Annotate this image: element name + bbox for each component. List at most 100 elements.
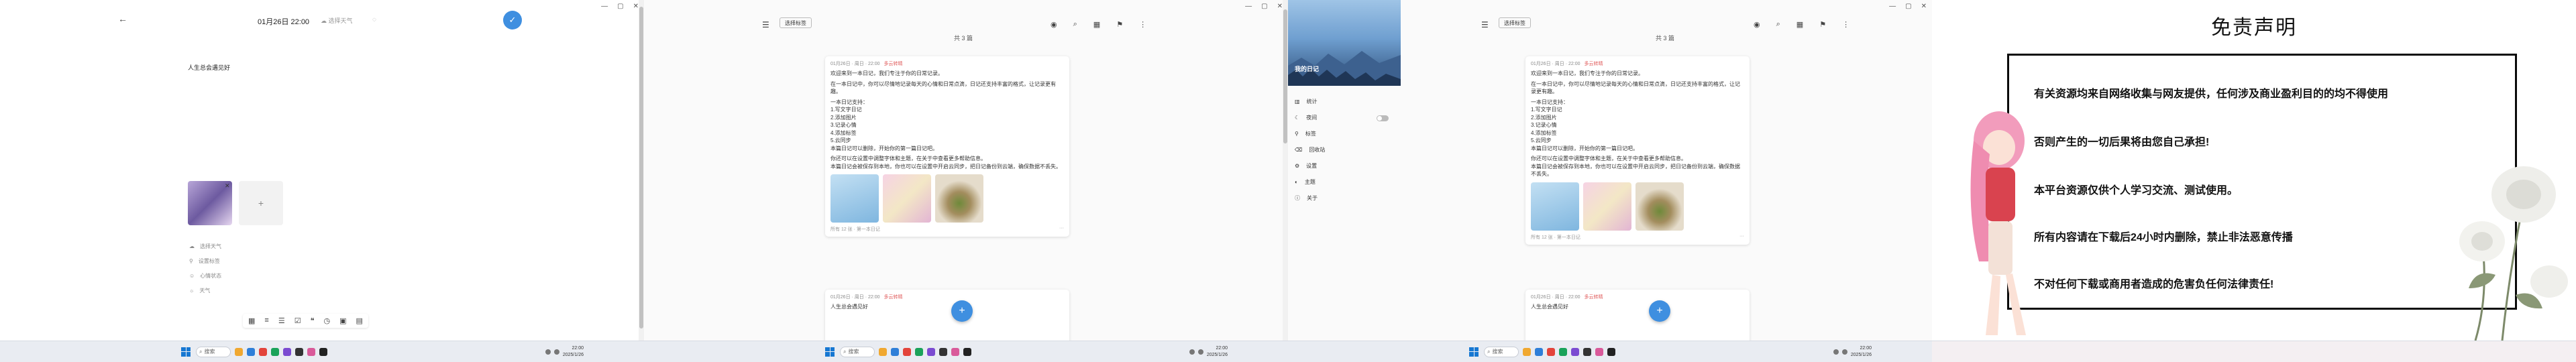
scrollbar-thumb[interactable] [639,7,643,328]
drawer-item-theme[interactable]: ◐ 主题 [1295,178,1316,186]
volume-icon[interactable] [1841,349,1847,355]
eye-icon[interactable]: ◉ [1754,20,1760,29]
scrollbar-thumb[interactable] [1283,9,1287,143]
meta-sky[interactable]: ☼ 天气 [189,287,210,294]
numbered-list-icon[interactable]: ☰ [278,316,285,325]
meta-weather[interactable]: ☁ 选择天气 [189,243,221,250]
calendar-icon[interactable]: ▦ [1796,20,1803,29]
edge-icon[interactable] [247,347,255,356]
card-image[interactable] [830,174,879,223]
entry-card[interactable]: 01月26日 · 周日 · 22:00 多云转晴 人生总会遇见好 [1525,290,1750,341]
wifi-icon[interactable] [1833,349,1839,355]
app-icon[interactable] [1595,347,1603,356]
bookmark-icon[interactable]: ⚑ [1116,20,1123,29]
add-entry-button[interactable]: + [1649,300,1670,322]
minimize-icon[interactable]: — [1245,3,1252,10]
more-vert-icon[interactable]: ⋮ [1842,20,1849,29]
app-icon[interactable] [903,347,911,356]
remove-image-icon[interactable]: ✕ [225,182,230,190]
app-icon[interactable] [1559,347,1567,356]
wifi-icon[interactable] [545,349,551,355]
edge-icon[interactable] [1535,347,1543,356]
app-icon[interactable] [1607,347,1615,356]
maximize-icon[interactable]: ▢ [1905,3,1911,10]
maximize-icon[interactable]: ▢ [1261,3,1267,10]
search-icon[interactable]: ⌕ [1776,20,1780,29]
close-icon[interactable]: ✕ [1277,3,1283,10]
entry-body[interactable]: 人生总会遇见好 [188,63,230,72]
drawer-item-stats[interactable]: ▥ 统计 [1295,98,1318,105]
volume-icon[interactable] [553,349,559,355]
eye-icon[interactable]: ◉ [1051,20,1057,29]
card-image[interactable] [883,174,931,223]
app-icon[interactable] [271,347,279,356]
entry-card[interactable]: 01月26日 · 周日 · 22:00 多云转晴 欢迎来到一本日记，我们专注于你的… [825,56,1069,237]
entry-card[interactable]: 01月26日 · 周日 · 22:00 多云转晴 人生总会遇见好 [825,290,1069,341]
tag-filter-chip[interactable]: 选择标签 [780,17,812,28]
meta-mood[interactable]: ☺ 心情状态 [189,272,221,280]
weather-selector[interactable]: ☁ 选择天气 [321,16,353,25]
maximize-icon[interactable]: ▢ [617,3,623,10]
search-icon[interactable]: ⌕ [1073,20,1077,29]
card-more[interactable]: ··· [1059,226,1064,233]
night-mode-toggle[interactable] [1377,115,1389,121]
minimize-icon[interactable]: — [1889,3,1896,10]
app-icon[interactable] [319,347,327,356]
app-icon[interactable] [1583,347,1591,356]
minimize-icon[interactable]: — [601,3,608,10]
taskbar-clock[interactable]: 22:00 2025/1/26 [563,345,584,359]
bullet-list-icon[interactable]: ≡ [264,316,268,325]
drawer-item-trash[interactable]: ⌫ 回收站 [1295,146,1325,154]
app-icon[interactable] [283,347,291,356]
app-icon[interactable] [259,347,267,356]
app-icon[interactable] [295,347,303,356]
start-button[interactable] [825,347,835,357]
taskbar-search[interactable]: ⌕ 搜索 [840,346,875,357]
image-icon[interactable]: ▣ [339,316,346,325]
app-icon[interactable] [1547,347,1555,356]
card-image[interactable] [1635,182,1684,231]
taskbar-clock[interactable]: 22:00 2025/1/26 [1851,345,1872,359]
bookmark-icon[interactable]: ⚑ [1819,20,1826,29]
checkbox-icon[interactable]: ☑ [294,316,301,325]
scrollbar[interactable] [1283,0,1288,341]
calendar-icon[interactable]: ▦ [1093,20,1100,29]
close-icon[interactable]: ✕ [1921,3,1927,10]
wifi-icon[interactable] [1189,349,1195,355]
tag-filter-chip[interactable]: 选择标签 [1499,17,1531,28]
close-icon[interactable]: ✕ [633,3,639,10]
mood-icon[interactable]: ◌ [372,16,376,23]
drawer-item-night[interactable]: ☾ 夜间 [1295,114,1317,121]
app-icon[interactable] [927,347,935,356]
scrollbar[interactable] [639,0,644,341]
menu-icon[interactable]: ☰ [1481,20,1489,29]
grid-icon[interactable]: ▦ [248,316,255,325]
card-image[interactable] [1531,182,1579,231]
drawer-item-settings[interactable]: ⚙ 设置 [1295,162,1317,170]
more-vert-icon[interactable]: ⋮ [1139,20,1146,29]
add-entry-button[interactable]: + [951,300,973,322]
drawer-item-about[interactable]: ⓘ 关于 [1295,194,1318,202]
taskbar-search[interactable]: ⌕ 搜索 [196,346,231,357]
taskbar-clock[interactable]: 22:00 2025/1/26 [1207,345,1228,359]
clock-icon[interactable]: ◷ [324,316,331,325]
card-image[interactable] [1583,182,1631,231]
start-button[interactable] [1469,347,1479,357]
app-icon[interactable] [915,347,923,356]
file-explorer-icon[interactable] [1523,347,1531,356]
calendar-icon[interactable]: ▤ [356,316,363,325]
save-button[interactable]: ✓ [503,11,522,29]
app-icon[interactable] [951,347,959,356]
app-icon[interactable] [307,347,315,356]
entry-date[interactable]: 01月26日 22:00 [258,16,309,27]
card-more[interactable]: ··· [1739,234,1744,241]
volume-icon[interactable] [1197,349,1203,355]
entry-card[interactable]: 01月26日 · 周日 · 22:00 多云转晴 欢迎来到一本日记，我们专注于你的… [1525,56,1750,245]
app-icon[interactable] [963,347,971,356]
add-image-button[interactable]: + [239,181,283,225]
back-arrow-icon[interactable]: ← [118,13,127,24]
file-explorer-icon[interactable] [879,347,887,356]
app-icon[interactable] [1571,347,1579,356]
taskbar-search[interactable]: ⌕ 搜索 [1484,346,1519,357]
menu-icon[interactable]: ☰ [762,20,769,29]
